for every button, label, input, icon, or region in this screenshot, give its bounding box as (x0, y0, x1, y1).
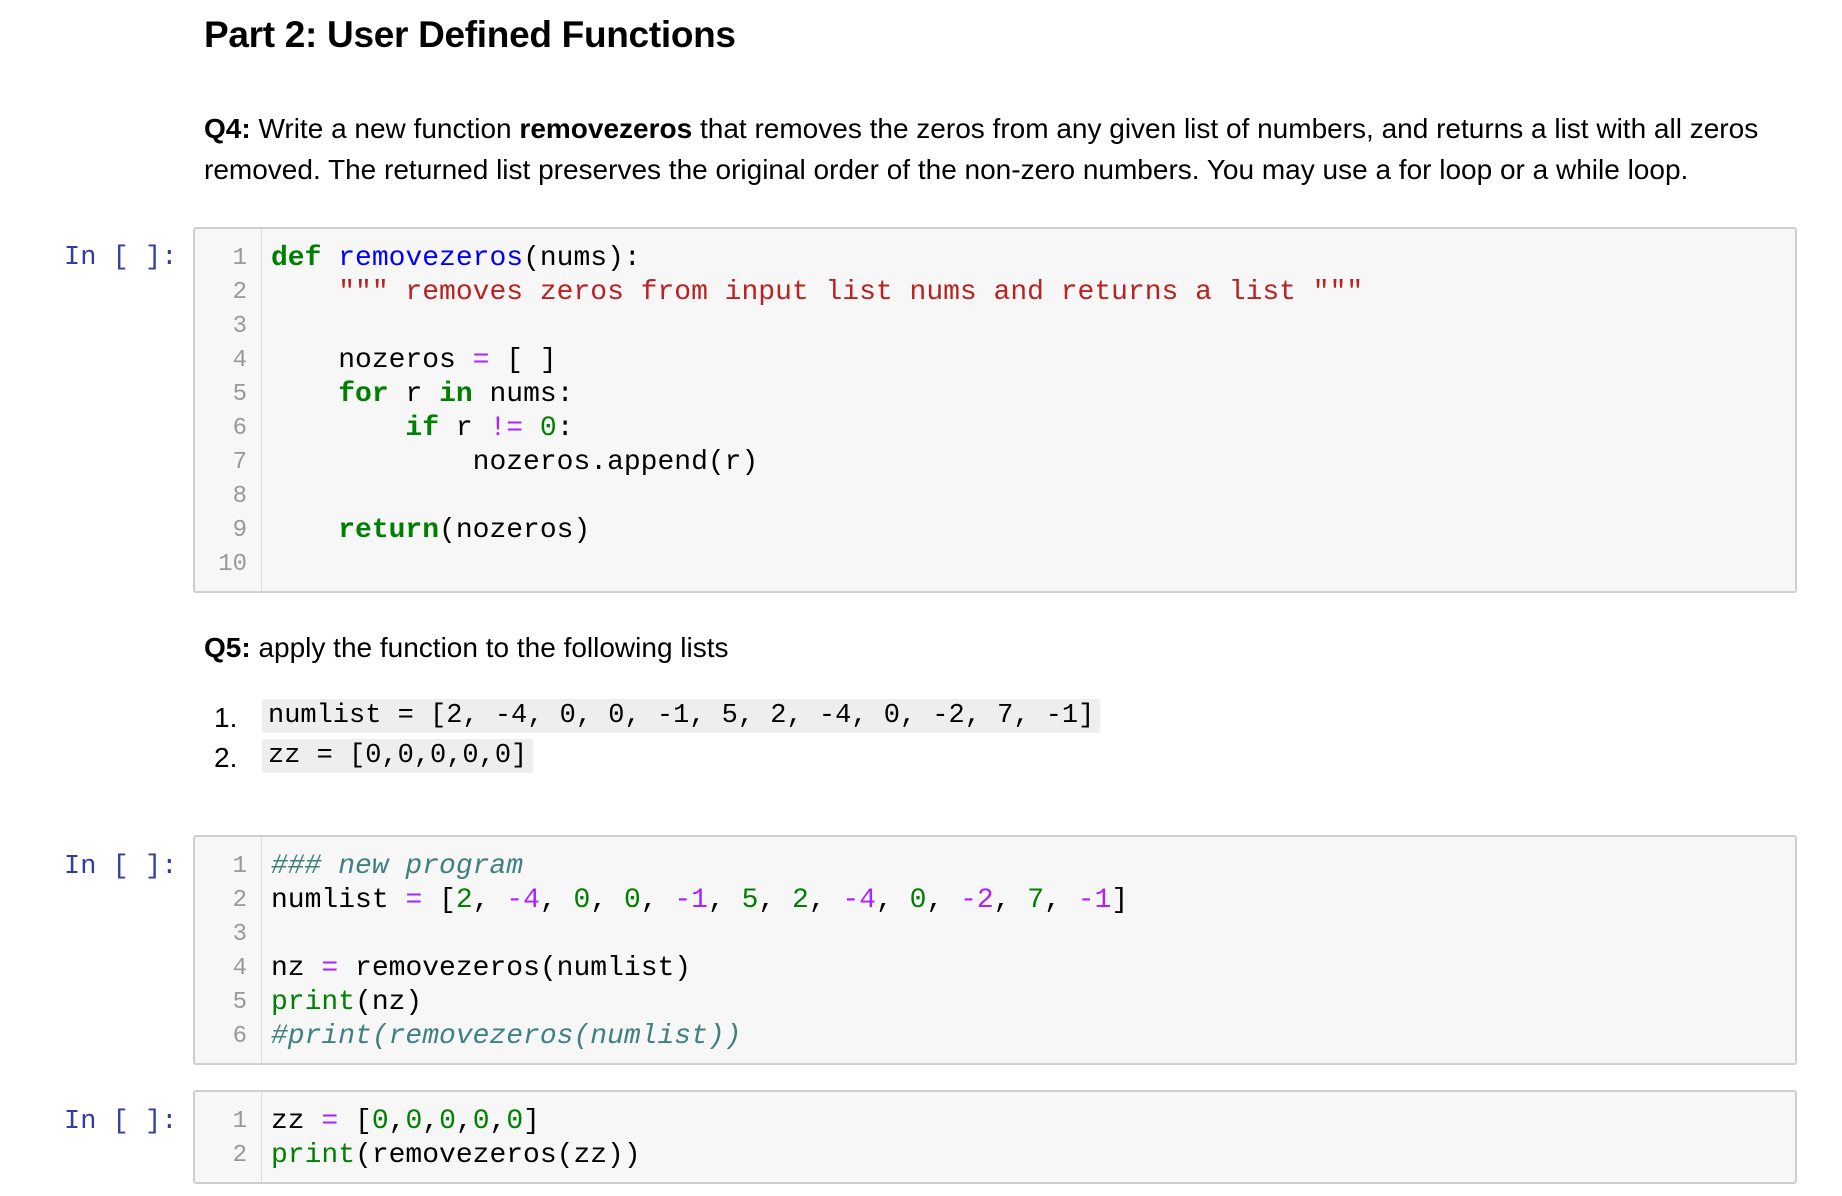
code-line: ### new program (271, 851, 524, 882)
line-number: 3 (232, 313, 247, 340)
line-number: 1 (232, 1108, 247, 1135)
cell1-prompt: In [ ]: (64, 243, 178, 273)
line-number: 3 (232, 921, 247, 948)
line-number: 5 (232, 989, 247, 1016)
code-line: nz = removezeros(numlist) (271, 953, 692, 984)
q4-function-name: removezeros (519, 113, 693, 144)
line-number: 6 (232, 415, 247, 442)
line-number: 5 (232, 381, 247, 408)
line-number: 9 (232, 517, 247, 544)
code-line: print(nz) (271, 987, 423, 1018)
code-cell-3[interactable]: 1 2 zz = [0,0,0,0,0] print(removezeros(z… (193, 1090, 1797, 1184)
code-line: if r != 0: (405, 413, 574, 444)
list-item-number: 2. (214, 742, 238, 773)
code-line: def removezeros(nums): (271, 243, 641, 274)
line-number: 4 (232, 347, 247, 374)
q5-question: Q5: apply the function to the following … (204, 632, 729, 664)
code-line: #print(removezeros(numlist)) (271, 1021, 742, 1052)
line-number: 2 (232, 887, 247, 914)
line-number: 1 (232, 853, 247, 880)
code-line: print(removezeros(zz)) (271, 1140, 641, 1171)
list-item-code: numlist = [2, -4, 0, 0, -1, 5, 2, -4, 0,… (262, 699, 1101, 733)
code-line: return(nozeros) (338, 515, 591, 546)
cell3-gutter: 1 2 (195, 1092, 262, 1182)
line-number: 2 (232, 1142, 247, 1169)
cell3-prompt: In [ ]: (64, 1107, 178, 1137)
code-line: for r in nums: (338, 379, 574, 410)
code-line: nozeros.append(r) (472, 447, 759, 478)
code-line: numlist = [2, -4, 0, 0, -1, 5, 2, -4, 0,… (271, 885, 1129, 916)
code-cell-2[interactable]: 1 2 3 4 5 6 ### new program numlist = [2… (193, 835, 1797, 1065)
cell2-gutter: 1 2 3 4 5 6 (195, 837, 262, 1063)
q5-label: Q5: (204, 632, 251, 663)
line-number: 6 (232, 1023, 247, 1050)
cell1-gutter: 1 2 3 4 5 6 7 8 9 10 (195, 229, 262, 591)
line-number: 2 (232, 279, 247, 306)
cell2-prompt: In [ ]: (64, 852, 178, 882)
q5-text: apply the function to the following list… (250, 632, 729, 663)
line-number: 7 (232, 449, 247, 476)
list-item-code: zz = [0,0,0,0,0] (262, 739, 534, 773)
list-item-number: 1. (214, 702, 238, 733)
q4-label: Q4: (204, 113, 251, 144)
line-number: 8 (232, 483, 247, 510)
code-line: nozeros = [ ] (338, 345, 557, 376)
code-line: zz = [0,0,0,0,0] (271, 1106, 540, 1137)
code-line: """ removes zeros from input list nums a… (338, 277, 1364, 308)
line-number: 10 (218, 551, 247, 578)
page-title: Part 2: User Defined Functions (204, 14, 736, 55)
q4-text-before: Write a new function (250, 113, 520, 144)
code-cell-1[interactable]: 1 2 3 4 5 6 7 8 9 10 def removezeros(num… (193, 227, 1797, 593)
line-number: 4 (232, 955, 247, 982)
q4-question: Q4: Write a new function removezeros tha… (204, 108, 1784, 190)
line-number: 1 (232, 245, 247, 272)
